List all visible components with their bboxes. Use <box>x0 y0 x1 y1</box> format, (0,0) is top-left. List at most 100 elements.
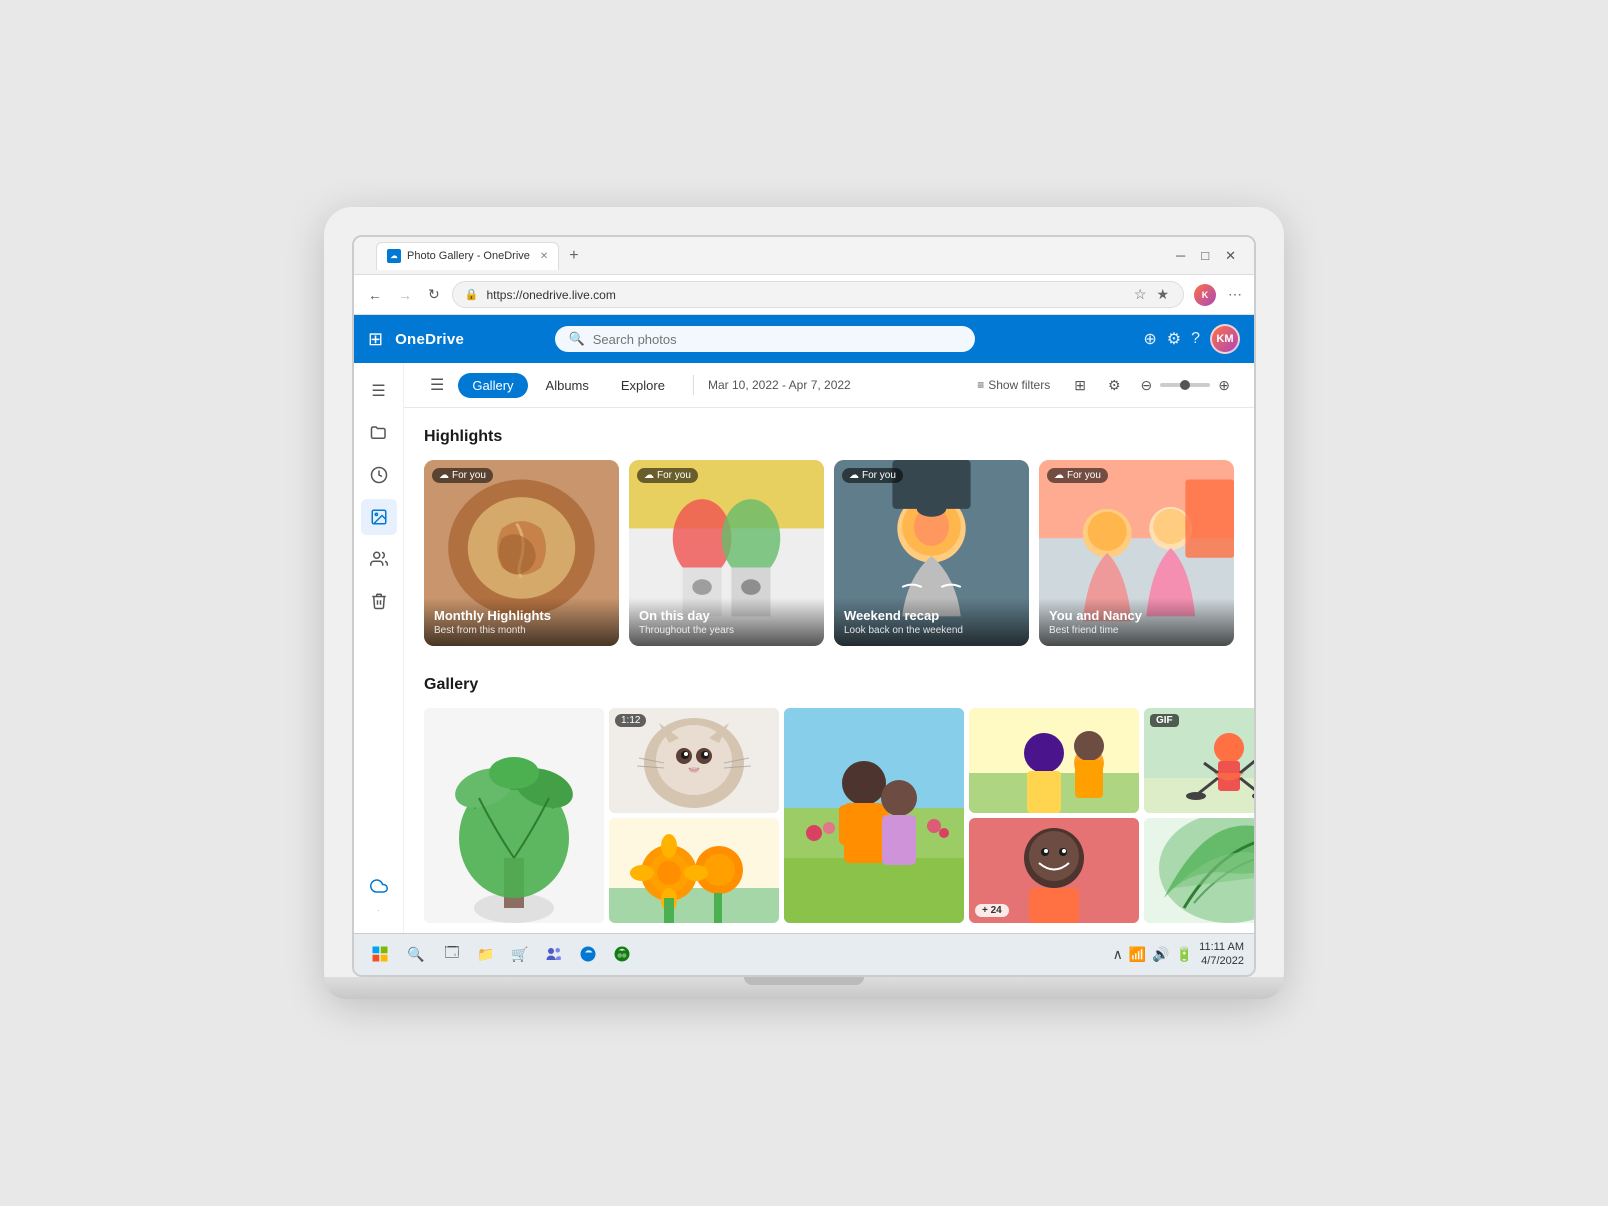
zoom-out-button[interactable]: ⊖ <box>1137 375 1157 396</box>
tab-albums[interactable]: Albums <box>532 373 603 398</box>
highlight-title-3: Weekend recap <box>844 608 1019 623</box>
zoom-slider[interactable] <box>1160 383 1210 387</box>
sidebar-item-cloud[interactable] <box>361 868 397 904</box>
user-avatar[interactable]: KM <box>1210 324 1240 354</box>
minimize-button[interactable]: ─ <box>1168 246 1193 266</box>
gallery-plus-badge: + 24 <box>975 904 1009 917</box>
gallery-item-plant[interactable] <box>424 708 604 923</box>
search-taskbar-button[interactable]: 🔍 <box>400 938 432 970</box>
taskbar-app-teams[interactable] <box>538 938 570 970</box>
highlight-card-nancy[interactable]: ☁ For you You and Nancy Best friend time <box>1039 460 1234 646</box>
highlight-sub-1: Best from this month <box>434 625 609 636</box>
sidebar-item-folder[interactable] <box>361 415 397 451</box>
highlight-sub-4: Best friend time <box>1049 625 1224 636</box>
onedrive-appbar: ⊞ OneDrive 🔍 ⊕ ⚙ ? KM <box>354 315 1254 363</box>
profile-icon[interactable]: K <box>1192 284 1218 306</box>
zoom-slider-thumb <box>1180 380 1190 390</box>
extensions-icon[interactable]: ⋯ <box>1226 286 1244 303</box>
sidebar-item-recent[interactable] <box>361 457 397 493</box>
tray-time: 11:11 AM 4/7/2022 <box>1199 940 1244 969</box>
sidebar-item-hamburger[interactable]: ☰ <box>361 373 397 409</box>
time-display: 11:11 AM <box>1199 940 1244 954</box>
taskbar-app-widgets[interactable]: 🗔 <box>436 938 468 970</box>
gallery-item-happy[interactable]: + 24 <box>969 818 1139 923</box>
gif-badge: GIF <box>1150 714 1179 727</box>
tray-arrow-icon[interactable]: ∧ <box>1113 946 1123 963</box>
taskbar-app-xbox[interactable] <box>606 938 638 970</box>
highlight-title-4: You and Nancy <box>1049 608 1224 623</box>
gallery-item-skater[interactable]: GIF <box>1144 708 1254 813</box>
settings-icon[interactable]: ⚙ <box>1167 329 1181 349</box>
gallery-section: Gallery <box>404 656 1254 933</box>
gallery-item-family[interactable] <box>784 708 964 923</box>
tab-close-button[interactable]: ✕ <box>540 251 548 262</box>
highlight-text-2: On this day Throughout the years <box>629 598 824 646</box>
highlight-title-2: On this day <box>639 608 814 623</box>
tray-volume-icon[interactable]: 🔊 <box>1152 946 1169 963</box>
gallery-item-leaves[interactable] <box>1144 818 1254 923</box>
cloud-icon[interactable]: ⊕ <box>1143 329 1156 349</box>
zoom-in-button[interactable]: ⊕ <box>1214 375 1234 396</box>
nav-divider <box>693 375 694 395</box>
settings-button[interactable]: ⚙ <box>1102 373 1127 398</box>
tab-gallery[interactable]: Gallery <box>458 373 527 398</box>
address-actions: ☆ ★ <box>1132 286 1171 303</box>
gallery-badge-cat: 1:12 <box>615 714 646 727</box>
tray-battery-icon[interactable]: 🔋 <box>1176 946 1193 963</box>
sidebar-item-people[interactable] <box>361 541 397 577</box>
highlights-section: Highlights <box>404 408 1254 656</box>
taskbar-app-store[interactable]: 🛒 <box>504 938 536 970</box>
search-input[interactable] <box>593 332 961 347</box>
highlight-badge-2: ☁ For you <box>637 468 698 483</box>
window-buttons: ─ □ ✕ <box>1168 246 1244 266</box>
system-tray: ∧ 📶 🔊 🔋 11:11 AM 4/7/2022 <box>1113 940 1244 969</box>
address-bar-row: ← → ↻ 🔒 https://onedrive.live.com ☆ ★ K … <box>354 275 1254 315</box>
badge-icon-1: ☁ <box>439 470 449 481</box>
date-display: 4/7/2022 <box>1199 954 1244 968</box>
help-icon[interactable]: ? <box>1191 330 1200 348</box>
appbar-actions: ⊕ ⚙ ? KM <box>1143 324 1240 354</box>
highlight-card-weekend[interactable]: ☁ For you Weekend recap Look back on the… <box>834 460 1029 646</box>
sidebar-item-recycle[interactable] <box>361 583 397 619</box>
gallery-grid: 1:12 <box>424 708 1234 923</box>
browser-tab[interactable]: ☁ Photo Gallery - OneDrive ✕ <box>376 242 559 270</box>
highlight-text-4: You and Nancy Best friend time <box>1039 598 1234 646</box>
back-button[interactable]: ← <box>364 285 386 305</box>
taskbar-app-edge[interactable] <box>572 938 604 970</box>
show-filters-label: Show filters <box>988 378 1050 392</box>
gallery-title: Gallery <box>424 676 1234 694</box>
gallery-item-cat[interactable]: 1:12 <box>609 708 779 813</box>
refresh-button[interactable]: ↻ <box>424 284 444 305</box>
maximize-button[interactable]: □ <box>1193 246 1217 266</box>
collections-icon[interactable]: ★ <box>1154 286 1171 303</box>
zoom-controls: ⊖ ⊕ <box>1137 375 1234 396</box>
forward-button[interactable]: → <box>394 285 416 305</box>
badge-text-2: For you <box>657 470 691 481</box>
taskbar-app-files[interactable]: 📁 <box>470 938 502 970</box>
gallery-item-flowers[interactable] <box>609 818 779 923</box>
tray-wifi-icon[interactable]: 📶 <box>1129 946 1146 963</box>
taskbar-apps: 🗔 📁 🛒 <box>436 938 638 970</box>
highlight-card-monthly[interactable]: ☁ For you Monthly Highlights Best from t… <box>424 460 619 646</box>
close-button[interactable]: ✕ <box>1217 246 1244 266</box>
highlight-text-3: Weekend recap Look back on the weekend <box>834 598 1029 646</box>
start-button[interactable] <box>364 938 396 970</box>
app-grid-icon[interactable]: ⊞ <box>368 329 383 350</box>
highlight-card-onthisday[interactable]: ☁ For you On this day Throughout the yea… <box>629 460 824 646</box>
hamburger-button[interactable]: ☰ <box>424 371 450 399</box>
show-filters-button[interactable]: ≡ Show filters <box>969 374 1058 396</box>
favorites-icon[interactable]: ☆ <box>1132 286 1149 303</box>
content-navbar: ☰ Gallery Albums Explore Mar 10, 2022 - … <box>404 363 1254 408</box>
new-tab-button[interactable]: + <box>565 247 582 265</box>
tab-title: Photo Gallery - OneDrive <box>407 250 530 262</box>
sidebar-item-photos[interactable] <box>361 499 397 535</box>
highlight-badge-4: ☁ For you <box>1047 468 1108 483</box>
gallery-item-family2[interactable] <box>969 708 1139 813</box>
highlights-grid: ☁ For you Monthly Highlights Best from t… <box>424 460 1234 646</box>
address-bar[interactable]: 🔒 https://onedrive.live.com ☆ ★ <box>452 281 1184 308</box>
url-text: https://onedrive.live.com <box>486 288 1123 302</box>
view-toggle-button[interactable]: ⊞ <box>1068 373 1092 398</box>
tab-explore[interactable]: Explore <box>607 373 679 398</box>
search-box[interactable]: 🔍 <box>555 326 975 352</box>
laptop-base <box>324 977 1284 999</box>
